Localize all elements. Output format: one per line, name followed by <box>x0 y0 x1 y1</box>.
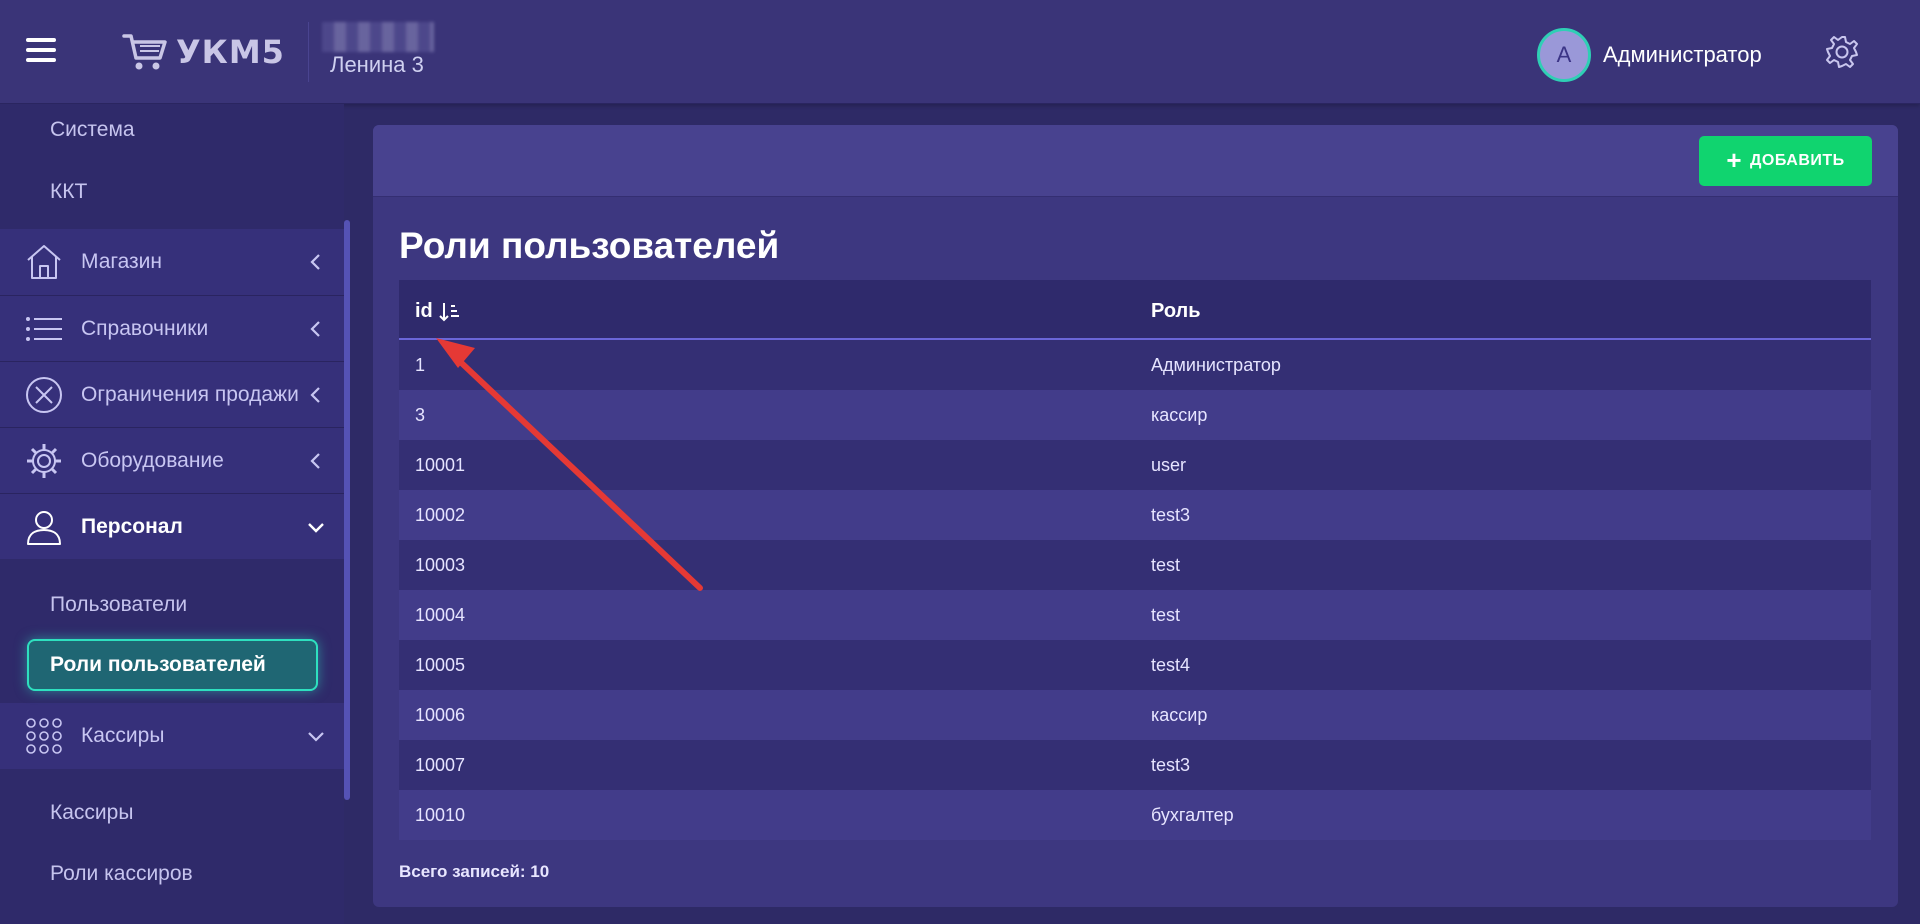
sidebar-group-sale-restrictions[interactable]: Ограничения продажи <box>0 361 344 427</box>
sidebar-group-label: Магазин <box>81 250 163 273</box>
column-header-label: id <box>415 300 433 322</box>
sidebar-group-personnel[interactable]: Персонал <box>0 493 344 559</box>
chevron-left-icon <box>310 452 320 469</box>
sidebar-group-equipment[interactable]: Оборудование <box>0 427 344 493</box>
sidebar-item-cashier-roles[interactable]: Роли кассиров <box>50 862 193 886</box>
cell-id: 10003 <box>415 555 466 575</box>
sidebar-group-store[interactable]: Магазин <box>0 229 344 295</box>
sidebar-group-cashiers[interactable]: Кассиры <box>0 703 344 769</box>
gear-icon <box>27 443 61 478</box>
settings-gear-icon[interactable] <box>1824 34 1860 70</box>
cell-id: 10005 <box>415 655 466 675</box>
plus-icon: + <box>1726 144 1743 175</box>
sidebar-group-directories[interactable]: Справочники <box>0 295 344 361</box>
cell-id: 10007 <box>415 755 466 775</box>
sidebar-group-label: Справочники <box>81 316 209 340</box>
roles-table: id Роль 1 Администратор 3 кассир 10001 user 10… <box>399 280 1871 840</box>
table-row[interactable]: 10010 бухгалтер <box>399 790 1871 840</box>
header-divider <box>308 22 309 82</box>
add-button-label: ДОБАВИТЬ <box>1750 152 1845 169</box>
store-name[interactable]: Ленина 3 <box>330 52 424 78</box>
cell-role: Администратор <box>1151 355 1281 375</box>
table-row[interactable]: 10007 test3 <box>399 740 1871 790</box>
grid-dots-icon <box>26 718 62 754</box>
cell-id: 10006 <box>415 705 466 725</box>
cart-icon <box>122 34 167 70</box>
avatar-initial: A <box>1556 42 1572 67</box>
sidebar-item-cashiers[interactable]: Кассиры <box>50 801 133 825</box>
sidebar-item-system[interactable]: Система <box>50 118 135 142</box>
menu-hamburger-icon[interactable] <box>26 38 56 64</box>
cell-id: 10002 <box>415 505 466 525</box>
cell-role: user <box>1151 455 1187 475</box>
cell-role: бухгалтер <box>1151 805 1234 825</box>
column-header-id[interactable]: id <box>415 300 461 323</box>
sidebar-item-user-roles[interactable]: Роли пользователей <box>27 639 318 691</box>
add-button[interactable]: + ДОБАВИТЬ <box>1699 136 1872 186</box>
sort-ascending-icon <box>439 302 459 321</box>
list-icon <box>26 316 62 341</box>
sidebar: Система ККТ Магазин Справочники Ограниче… <box>0 104 344 924</box>
cell-id: 10001 <box>415 455 466 475</box>
cell-role: test3 <box>1151 755 1191 775</box>
cell-id: 10010 <box>415 805 466 825</box>
total-records: Всего записей: 10 <box>399 862 550 881</box>
chevron-left-icon <box>310 386 320 403</box>
table-row[interactable]: 3 кассир <box>399 390 1871 440</box>
cell-id: 3 <box>415 405 426 425</box>
cell-role: кассир <box>1151 705 1208 725</box>
logo-text: УКМ5 <box>176 33 285 71</box>
cell-role: кассир <box>1151 405 1208 425</box>
cell-role: test3 <box>1151 505 1191 525</box>
app-logo[interactable]: УКМ5 <box>122 30 285 74</box>
circle-x-icon <box>26 376 62 413</box>
person-icon <box>27 510 61 545</box>
page-title: Роли пользователей <box>399 225 780 266</box>
sidebar-item-kkt[interactable]: ККТ <box>50 180 87 204</box>
sidebar-scrollbar[interactable] <box>344 220 350 800</box>
user-name[interactable]: Администратор <box>1603 42 1762 68</box>
sidebar-item-users[interactable]: Пользователи <box>50 593 187 617</box>
chevron-left-icon <box>310 320 320 337</box>
cell-role: test4 <box>1151 655 1191 675</box>
cell-role: test <box>1151 605 1181 625</box>
cell-role: test <box>1151 555 1181 575</box>
cell-id: 1 <box>415 355 426 375</box>
content-panel: + ДОБАВИТЬ Роли пользователей id Роль 1 А… <box>373 125 1898 907</box>
table-row[interactable]: 10002 test3 <box>399 490 1871 540</box>
table-row[interactable]: 10005 test4 <box>399 640 1871 690</box>
blurred-store-label <box>322 22 434 52</box>
table-row[interactable]: 10006 кассир <box>399 690 1871 740</box>
top-header: УКМ5 Ленина 3 A Администратор <box>0 0 1920 104</box>
table-header: id Роль <box>399 280 1871 340</box>
chevron-left-icon <box>310 254 320 270</box>
table-row[interactable]: 10003 test <box>399 540 1871 590</box>
sidebar-group-label: Ограничения продажи <box>81 382 299 406</box>
table-row[interactable]: 10001 user <box>399 440 1871 490</box>
chevron-down-icon <box>308 522 324 533</box>
table-row[interactable]: 1 Администратор <box>399 340 1871 390</box>
sidebar-group-label: Персонал <box>81 514 183 538</box>
store-icon <box>27 245 61 279</box>
sidebar-group-label: Кассиры <box>81 724 165 747</box>
sidebar-group-label: Оборудование <box>81 448 224 472</box>
column-header-role[interactable]: Роль <box>1151 300 1201 323</box>
avatar[interactable]: A <box>1537 28 1591 82</box>
table-row[interactable]: 10004 test <box>399 590 1871 640</box>
panel-toolbar: + ДОБАВИТЬ <box>373 125 1898 197</box>
sidebar-item-label: Роли пользователей <box>50 653 266 676</box>
chevron-down-icon <box>308 732 324 742</box>
cell-id: 10004 <box>415 605 466 625</box>
